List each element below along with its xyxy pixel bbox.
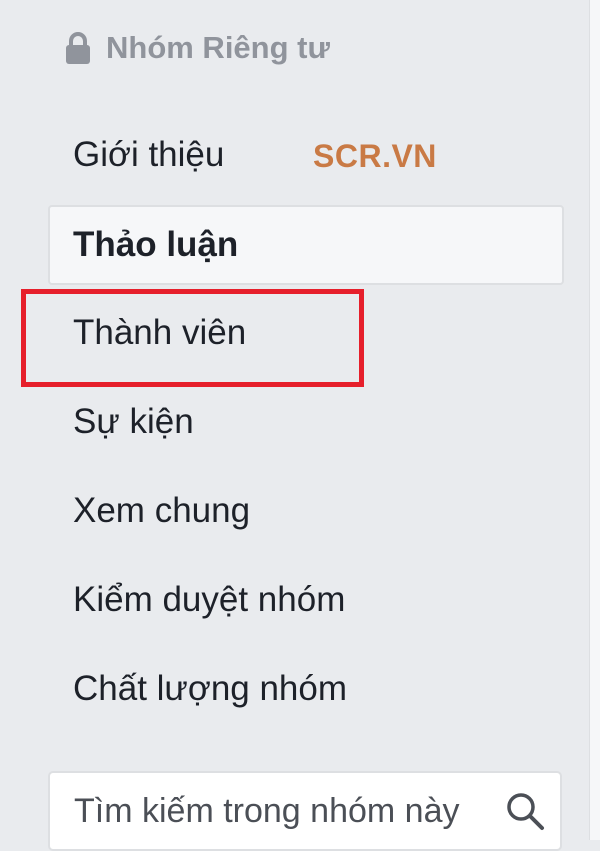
search-icon[interactable]	[504, 790, 546, 832]
members-highlight-box	[21, 289, 364, 387]
nav-item-label: Sự kiện	[73, 401, 194, 441]
nav-item-events[interactable]: Sự kiện	[48, 377, 564, 466]
search-input[interactable]	[74, 791, 496, 831]
nav-item-about[interactable]: Giới thiệu	[48, 110, 564, 199]
privacy-text: Nhóm Riêng tư	[106, 30, 330, 65]
nav-item-label: Thảo luận	[73, 225, 239, 264]
sidebar-edge	[589, 0, 600, 840]
nav-item-moderation[interactable]: Kiểm duyệt nhóm	[48, 555, 564, 644]
nav-item-group-quality[interactable]: Chất lượng nhóm	[48, 644, 564, 733]
group-search-box[interactable]	[48, 771, 562, 851]
nav-item-label: Giới thiệu	[73, 134, 225, 174]
nav-item-discussion[interactable]: Thảo luận	[48, 205, 564, 285]
nav-item-label: Chất lượng nhóm	[73, 668, 348, 708]
nav-item-label: Kiểm duyệt nhóm	[73, 579, 346, 619]
group-privacy-label: Nhóm Riêng tư	[64, 28, 330, 68]
nav-item-watch-party[interactable]: Xem chung	[48, 466, 564, 555]
group-nav: Giới thiệu Thảo luận Thành viên Sự kiện …	[48, 110, 564, 733]
lock-icon	[66, 32, 90, 64]
nav-item-label: Xem chung	[73, 490, 251, 530]
